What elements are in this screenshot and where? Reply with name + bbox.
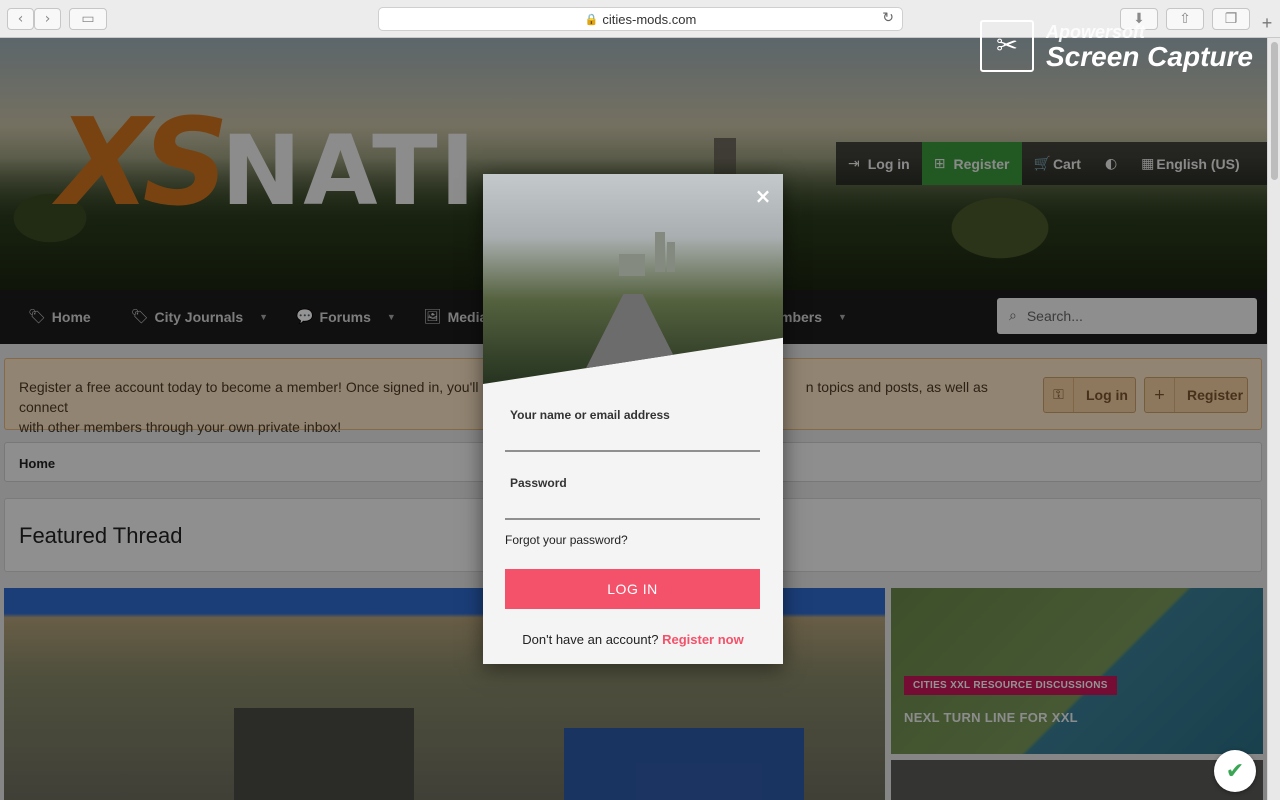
reload-icon[interactable]: ↻ xyxy=(882,10,894,26)
apowersoft-watermark: ✂ Apowersoft Screen Capture xyxy=(980,20,1270,72)
sidebar-icon: ▭ xyxy=(81,11,95,27)
password-label: Password xyxy=(510,476,567,490)
page-scrollbar[interactable] xyxy=(1267,38,1280,800)
name-label: Your name or email address xyxy=(510,408,670,422)
sidebar-toggle-button[interactable]: ▭ xyxy=(69,8,107,30)
shield-check-icon[interactable]: ✔ xyxy=(1214,750,1256,792)
chevron-left-icon: ‹ xyxy=(17,11,24,27)
highway xyxy=(573,294,693,384)
register-now-link[interactable]: Register now xyxy=(662,632,744,647)
skyscraper xyxy=(619,254,645,276)
scrollbar-thumb[interactable] xyxy=(1271,42,1278,180)
password-input[interactable] xyxy=(505,494,760,520)
login-modal: × Your name or email address Password Fo… xyxy=(483,174,783,664)
no-account-text: Don't have an account? Register now xyxy=(522,632,744,647)
back-button[interactable]: ‹ xyxy=(7,8,34,30)
login-button[interactable]: LOG IN xyxy=(505,569,760,609)
url-text: cities-mods.com xyxy=(602,11,697,27)
skyscraper xyxy=(667,242,675,272)
name-email-input[interactable] xyxy=(505,426,760,452)
forgot-password-link[interactable]: Forgot your password? xyxy=(505,533,628,547)
lock-icon: 🔒 xyxy=(584,13,599,26)
modal-header-image xyxy=(483,174,783,384)
skyscraper xyxy=(655,232,665,272)
address-bar[interactable]: 🔒 cities-mods.com ↻ xyxy=(378,7,903,31)
chevron-right-icon: › xyxy=(44,11,51,27)
scissors-icon: ✂ xyxy=(980,20,1034,72)
close-icon[interactable]: × xyxy=(753,186,773,206)
forward-button[interactable]: › xyxy=(34,8,61,30)
